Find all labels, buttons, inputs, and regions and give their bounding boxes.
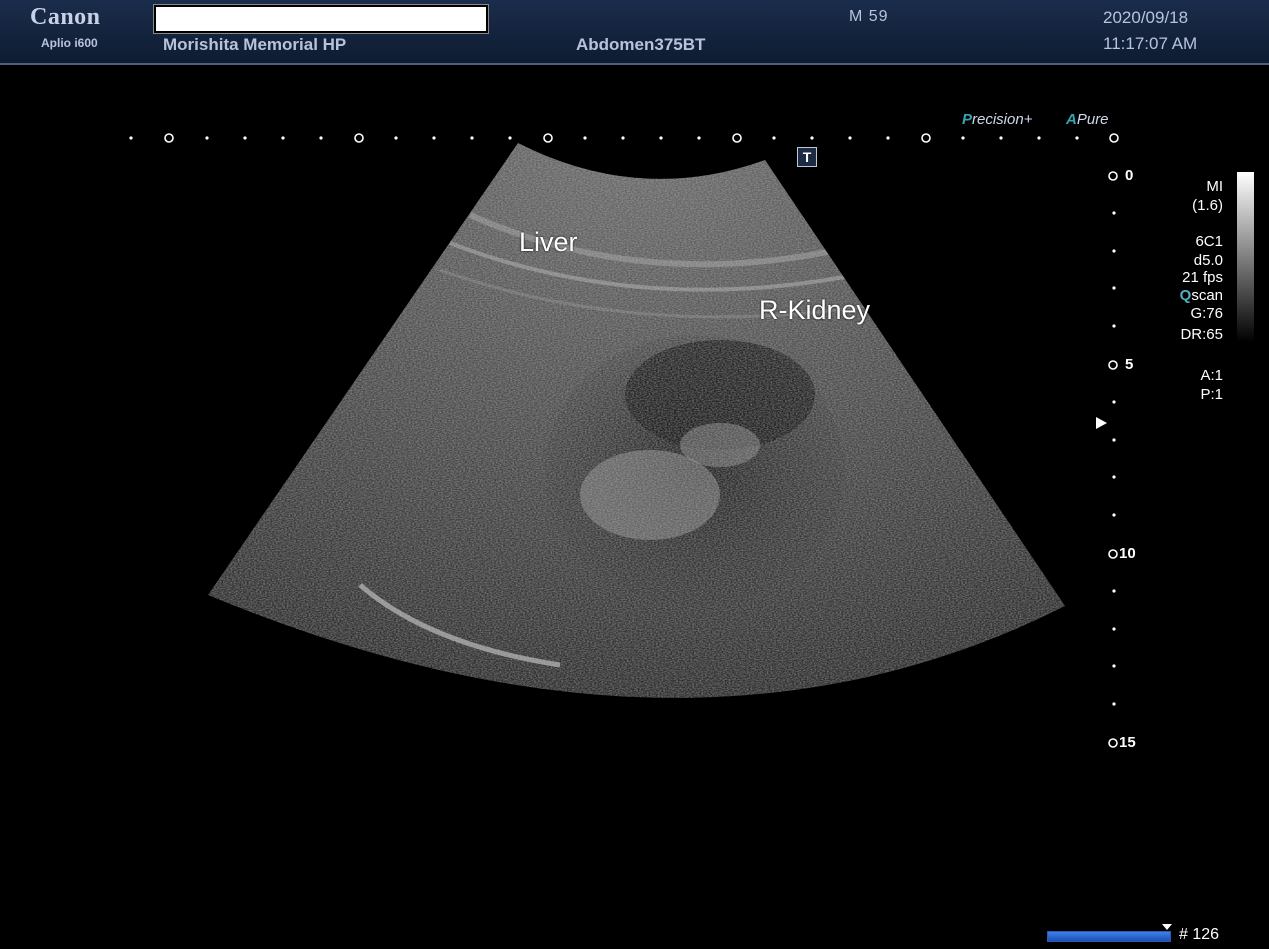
mi-label: MI xyxy=(1206,178,1223,195)
exam-date: 2020/09/18 xyxy=(1103,8,1189,27)
exam-preset: Abdomen375BT xyxy=(576,35,706,54)
mi-value: (1.6) xyxy=(1192,197,1223,214)
header-bar: Canon Aplio i600 Morishita Memorial HP A… xyxy=(0,0,1269,65)
annotation-kidney[interactable]: R-Kidney xyxy=(759,295,870,326)
t-marker-icon[interactable]: T xyxy=(797,147,817,167)
p-value: P:1 xyxy=(1200,386,1223,403)
ultrasound-sector[interactable] xyxy=(0,65,1269,949)
depth-label-15: 15 xyxy=(1119,734,1136,751)
probe-name: 6C1 xyxy=(1195,233,1223,250)
focus-depth-marker-icon[interactable] xyxy=(1096,417,1107,429)
ultrasound-image-area[interactable]: Precision+ APure T Liver R-Kidney 0 5 10… xyxy=(0,65,1269,949)
brand-logo: Canon xyxy=(30,4,101,30)
frame-counter: # 126 xyxy=(1179,926,1220,943)
depth-value: d5.0 xyxy=(1193,252,1223,269)
grayscale-map-bar xyxy=(1237,172,1254,342)
cine-position-marker-icon[interactable] xyxy=(1162,924,1172,930)
patient-sex-age: M 59 xyxy=(849,8,889,25)
exam-time: 11:17:07 AM xyxy=(1103,34,1198,53)
precision-plus-badge: Precision+ xyxy=(962,111,1033,128)
a-value: A:1 xyxy=(1200,367,1223,384)
annotation-liver[interactable]: Liver xyxy=(519,227,578,258)
cine-progress-fill xyxy=(1048,932,1170,941)
hospital-name: Morishita Memorial HP xyxy=(163,35,347,54)
patient-name-redacted xyxy=(153,4,489,34)
depth-label-10: 10 xyxy=(1119,545,1136,562)
system-model: Aplio i600 xyxy=(41,36,98,50)
depth-scale-ticks xyxy=(1108,171,1118,748)
cine-progress-bar[interactable] xyxy=(1047,931,1171,942)
lateral-scale xyxy=(129,133,1119,143)
scan-parameters-panel: MI (1.6) 6C1 d5.0 21 fps Qscan G:76 DR:6… xyxy=(1133,177,1223,404)
frame-rate: 21 fps xyxy=(1182,269,1223,286)
gain-value: G:76 xyxy=(1190,305,1223,322)
dynamic-range-value: DR:65 xyxy=(1180,326,1223,343)
qscan-indicator: Qscan xyxy=(1179,287,1223,304)
apure-badge: APure xyxy=(1066,111,1109,128)
